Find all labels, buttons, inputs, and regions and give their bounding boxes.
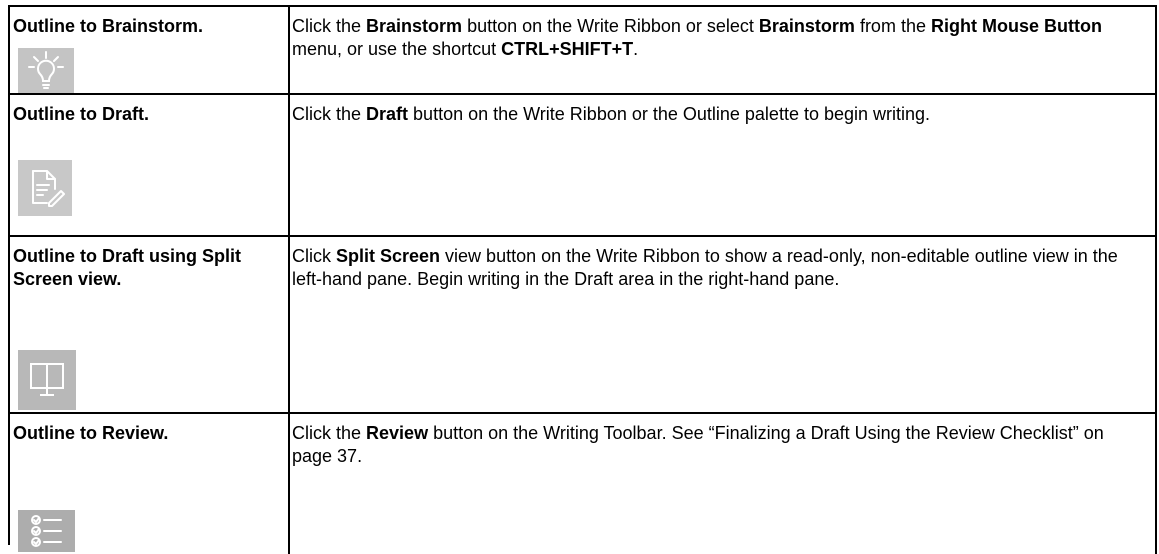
description-cell: Click the Review button on the Writing T… (290, 414, 1157, 554)
description-cell: Click Split Screen view button on the Wr… (290, 237, 1157, 412)
table-row: Outline to Brainstorm. Click the Brainst… (10, 7, 1157, 95)
heading-cell: Outline to Brainstorm. (10, 7, 290, 93)
heading-cell: Outline to Draft using Split Screen view… (10, 237, 290, 412)
table-row: Outline to Review. Click the Review butt… (10, 414, 1157, 554)
checklist-icon (18, 510, 75, 552)
bold-text: Split Screen (336, 246, 441, 266)
text-run: Click the (292, 16, 367, 36)
instruction-table: Outline to Brainstorm. Click the Brainst… (8, 5, 1157, 554)
text-run: button on the Write Ribbon or select (462, 16, 759, 36)
split-screen-monitor-icon (18, 350, 76, 410)
bold-text: CTRL+SHIFT+T (501, 39, 634, 59)
bold-text: Right Mouse Button (930, 16, 1102, 36)
row-heading: Outline to Review. (13, 423, 169, 443)
text-run: . (633, 39, 639, 59)
text-run: from the (854, 16, 931, 36)
text-run: Click the (292, 104, 367, 124)
bold-text: Draft (366, 104, 409, 124)
text-run: button on the Write Ribbon or the Outlin… (408, 104, 931, 124)
description-cell: Click the Brainstorm button on the Write… (290, 7, 1157, 93)
heading-cell: Outline to Draft. (10, 95, 290, 235)
row-description: Click the Brainstorm button on the Write… (292, 15, 1147, 61)
row-heading: Outline to Draft using Split Screen view… (13, 246, 241, 289)
lightbulb-icon (18, 48, 74, 93)
description-cell: Click the Draft button on the Write Ribb… (290, 95, 1157, 235)
row-description: Click Split Screen view button on the Wr… (292, 245, 1147, 291)
row-heading: Outline to Brainstorm. (13, 16, 204, 36)
row-description: Click the Draft button on the Write Ribb… (292, 103, 1147, 126)
bold-text: Brainstorm (758, 16, 855, 36)
text-run: menu, or use the shortcut (292, 39, 502, 59)
bold-text: Brainstorm (366, 16, 463, 36)
bold-text: Review (366, 423, 429, 443)
row-description: Click the Review button on the Writing T… (292, 422, 1147, 468)
document-pencil-icon (18, 160, 72, 216)
heading-cell: Outline to Review. (10, 414, 290, 554)
text-run: Click (292, 246, 336, 266)
table-row: Outline to Draft using Split Screen view… (10, 237, 1157, 414)
table-row: Outline to Draft. Click the Draft button… (10, 95, 1157, 237)
row-heading: Outline to Draft. (13, 104, 149, 124)
text-run: Click the (292, 423, 367, 443)
